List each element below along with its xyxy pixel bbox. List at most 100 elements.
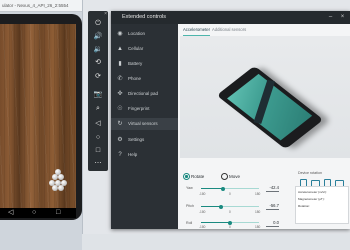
rotate-radio[interactable]	[183, 173, 190, 180]
table-row: Rotation:	[298, 203, 346, 209]
overview-icon[interactable]: □	[88, 146, 108, 156]
rotate-label: Rotate	[191, 174, 205, 179]
yaw-max: 180	[255, 192, 261, 196]
ball	[58, 185, 64, 191]
pitch-mid: 0	[229, 210, 231, 214]
emulator-title: ulator - Nexus_4_API_26_2:5554	[0, 0, 82, 12]
help-icon: ?	[118, 152, 122, 158]
volume-up-icon[interactable]: 🔊	[88, 32, 108, 42]
ball	[55, 169, 61, 175]
volume-down-icon[interactable]: 🔉	[88, 45, 108, 55]
yaw-label: Yaw	[186, 186, 193, 190]
home-icon[interactable]: ○	[88, 133, 108, 143]
location-icon: ◉	[117, 31, 123, 37]
yaw-value[interactable]: -42.4	[263, 185, 279, 190]
row-name: Rotation:	[298, 204, 311, 208]
sidebar-item-location[interactable]: ◉ Location	[111, 28, 178, 40]
sidebar-item-cellular[interactable]: ▲ Cellular	[111, 43, 178, 55]
phone-icon: ✆	[117, 76, 123, 82]
cellular-icon: ▲	[117, 46, 123, 52]
emulated-phone: ◁ ○ □	[0, 14, 82, 220]
yaw-mid: 0	[229, 192, 231, 196]
rotate-right-icon[interactable]: ⟳	[88, 72, 108, 82]
android-nav-bar: ◁ ○ □	[0, 208, 76, 218]
dpad-icon: ✜	[117, 91, 123, 97]
sidebar-item-settings[interactable]: ⚙ Settings	[111, 134, 178, 146]
minimize-button[interactable]: –	[327, 14, 334, 21]
pitch-label: Pitch	[186, 204, 194, 208]
sidebar-item-label: Virtual sensors	[128, 121, 158, 126]
resulting-values-table: Accelerometer (m/s²): Magnetometer (µT):…	[295, 186, 349, 224]
back-nav-icon[interactable]: ◁	[8, 209, 13, 217]
tab-additional-sensors[interactable]: Additional sensors	[212, 24, 246, 35]
sidebar-item-phone[interactable]: ✆ Phone	[111, 73, 178, 85]
sidebar-item-label: Cellular	[128, 46, 144, 51]
camera-icon[interactable]: 📷	[88, 90, 108, 100]
roll-thumb[interactable]	[228, 220, 232, 225]
pitch-min: -180	[199, 210, 206, 214]
row-name: Magnetometer (µT):	[298, 197, 325, 201]
sidebar-item-label: Directional pad	[128, 91, 159, 96]
roll-min: -180	[199, 225, 206, 229]
sidebar-item-label: Location	[128, 31, 146, 36]
rotate-left-icon[interactable]: ⟲	[88, 58, 108, 68]
roll-value-underline	[266, 226, 279, 227]
device-3d-model[interactable]	[216, 65, 324, 150]
pitch-fill	[201, 206, 221, 207]
tab-accelerometer[interactable]: Accelerometer	[183, 24, 210, 36]
overview-nav-icon[interactable]: □	[56, 209, 60, 217]
sensor-tabs: Accelerometer Additional sensors	[178, 24, 350, 36]
extended-controls-window: Extended controls – × ◉ Location ▲ Cellu…	[111, 11, 350, 229]
yaw-min: -180	[199, 192, 206, 196]
move-label: Move	[229, 174, 241, 179]
sidebar-item-label: Settings	[128, 137, 145, 142]
sidebar-item-label: Battery	[128, 61, 143, 66]
pitch-thumb[interactable]	[218, 204, 223, 209]
phone-screen[interactable]	[0, 24, 76, 208]
sidebar-item-help[interactable]: ? Help	[111, 149, 178, 161]
sidebar-item-label: Help	[128, 152, 138, 157]
pitch-value[interactable]: -56.7	[263, 203, 279, 208]
table-row: Accelerometer (m/s²):	[298, 189, 346, 195]
pitch-max: 180	[255, 210, 261, 214]
yaw-thumb[interactable]	[221, 186, 226, 191]
desktop-taskbar	[82, 234, 350, 250]
settings-icon: ⚙	[117, 137, 123, 143]
roll-value[interactable]: 0.0	[263, 220, 279, 225]
sidebar-item-battery[interactable]: ▮ Battery	[111, 58, 178, 70]
extended-controls-sidebar: ◉ Location ▲ Cellular ▮ Battery ✆ Phone …	[111, 24, 178, 229]
device-3d-screen	[227, 73, 313, 141]
roll-max: 180	[255, 225, 261, 229]
yaw-fill	[201, 188, 224, 189]
back-icon[interactable]: ◁	[88, 119, 108, 129]
device-3d-viewport[interactable]	[180, 36, 350, 158]
yaw-value-underline	[266, 191, 279, 192]
sidebar-item-virtual-sensors[interactable]: ↻ Virtual sensors	[111, 118, 178, 130]
roll-label: Roll	[186, 221, 193, 225]
roll-fill	[201, 222, 230, 223]
sidebar-item-label: Fingerprint	[128, 106, 150, 111]
sidebar-item-label: Phone	[128, 76, 142, 81]
table-row: Magnetometer (µT):	[298, 196, 346, 202]
virtual-sensors-panel: Accelerometer Additional sensors Rotate …	[178, 24, 350, 229]
emulator-toolbar: × ⏻ 🔊 🔉 ⟲ ⟳ 📷 ⌕ ◁ ○ □ ⋯	[88, 11, 108, 171]
screen-wallpaper-stripe	[253, 79, 276, 124]
power-icon[interactable]: ⏻	[88, 19, 108, 29]
sensors-icon: ↻	[117, 121, 123, 127]
extended-controls-titlebar: Extended controls – ×	[111, 11, 350, 24]
fingerprint-icon: ☉	[117, 106, 123, 112]
emulator-window: ulator - Nexus_4_API_26_2:5554 ◁ ○ □	[0, 0, 83, 250]
device-rotation-label: Device rotation	[298, 171, 322, 175]
window-title: Extended controls	[122, 14, 167, 20]
close-button[interactable]: ×	[339, 14, 346, 21]
row-name: Accelerometer (m/s²):	[298, 190, 327, 194]
pitch-value-underline	[266, 209, 279, 210]
more-icon[interactable]: ⋯	[88, 159, 108, 169]
roll-mid: 0	[229, 225, 231, 229]
sidebar-item-directional-pad[interactable]: ✜ Directional pad	[111, 88, 178, 100]
sidebar-item-fingerprint[interactable]: ☉ Fingerprint	[111, 103, 178, 115]
close-icon[interactable]: ×	[104, 11, 107, 17]
move-radio[interactable]	[221, 173, 228, 180]
home-nav-icon[interactable]: ○	[32, 209, 36, 217]
zoom-icon[interactable]: ⌕	[88, 104, 108, 114]
